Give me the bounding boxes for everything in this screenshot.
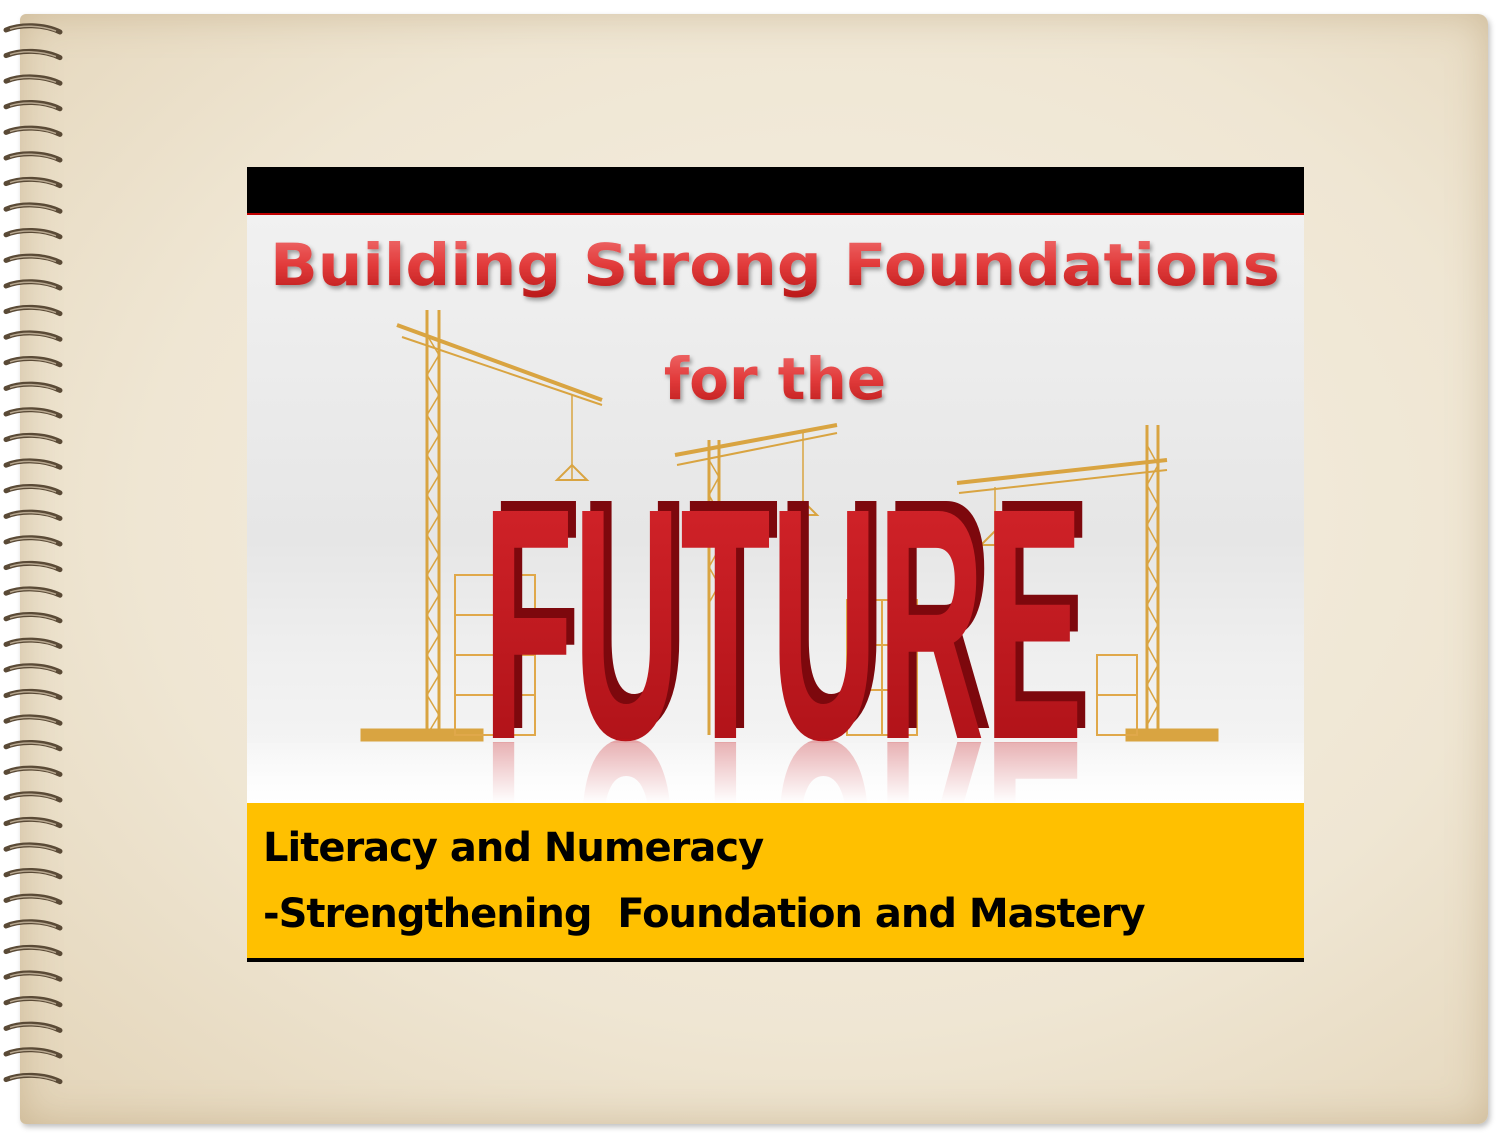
floor-fade: [247, 743, 1304, 803]
page: FUTURE FUTURE FUTURE Building Strong Fou…: [0, 0, 1500, 1140]
caption-box: Literacy and Numeracy -Strengthening Fou…: [247, 803, 1304, 962]
top-bar: [247, 167, 1304, 215]
slide: FUTURE FUTURE FUTURE Building Strong Fou…: [247, 167, 1304, 962]
title-line-2: for the: [664, 345, 886, 413]
illustration-svg: FUTURE FUTURE FUTURE Building Strong Fou…: [247, 231, 1304, 803]
title-line-1: Building Strong Foundations: [270, 231, 1280, 299]
construction-illustration: FUTURE FUTURE FUTURE Building Strong Fou…: [247, 215, 1304, 803]
caption-line-2: -Strengthening Foundation and Mastery: [263, 891, 1146, 937]
spiral-binding-icon: [3, 23, 63, 1085]
caption-line-1: Literacy and Numeracy: [263, 825, 764, 871]
